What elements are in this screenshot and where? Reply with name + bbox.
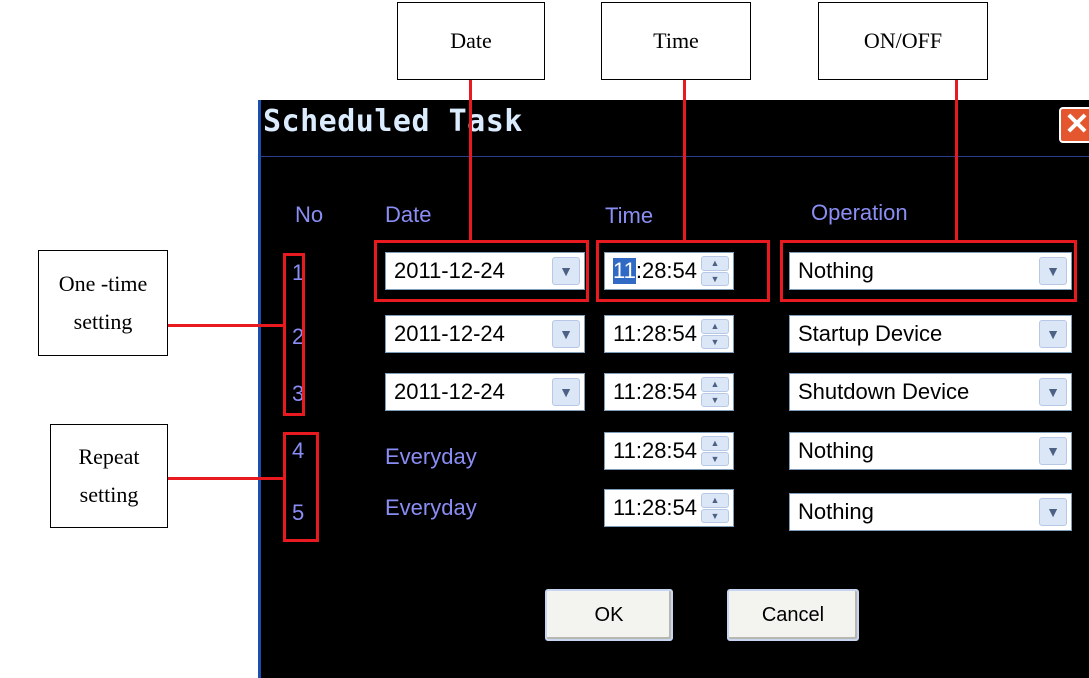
header-time: Time [605, 203, 654, 228]
operation-select[interactable]: Nothing ▼ [789, 493, 1072, 531]
time-spinner[interactable]: 11:28:54 ▲ ▼ [604, 373, 734, 411]
callout-one-time-setting: One -time setting [38, 250, 168, 356]
highlight-date-field [374, 240, 589, 302]
time-rest: :28:54 [635, 495, 698, 520]
callout-date: Date [397, 2, 545, 80]
operation-select[interactable]: Nothing ▼ [789, 432, 1072, 470]
connector-on-off [955, 80, 958, 240]
time-rest: :28:54 [635, 321, 698, 346]
callout-on-off: ON/OFF [818, 2, 988, 80]
highlight-repeat-rows [283, 432, 319, 542]
connector-one-time [168, 324, 283, 327]
time-hour[interactable]: 11 [613, 438, 636, 464]
operation-select[interactable]: Startup Device ▼ [789, 315, 1072, 353]
time-rest: :28:54 [635, 438, 698, 463]
everyday-label: Everyday [385, 495, 477, 520]
spin-buttons[interactable]: ▲ ▼ [701, 377, 729, 407]
chevron-down-icon[interactable]: ▼ [552, 320, 580, 348]
cancel-label: Cancel [761, 603, 825, 626]
ok-button[interactable]: OK [545, 589, 673, 641]
connector-date [469, 80, 472, 240]
chevron-down-icon[interactable]: ▼ [1039, 498, 1067, 526]
time-spinner[interactable]: 11:28:54 ▲ ▼ [604, 315, 734, 353]
date-value: 2011-12-24 [394, 321, 505, 346]
spin-down-icon[interactable]: ▼ [701, 392, 729, 407]
time-rest: :28:54 [635, 379, 698, 404]
close-icon: ✕ [1064, 108, 1089, 141]
operation-value: Startup Device [798, 321, 943, 346]
spin-buttons[interactable]: ▲ ▼ [701, 493, 729, 523]
operation-value: Shutdown Device [798, 379, 970, 404]
time-hour[interactable]: 11 [613, 321, 636, 347]
callout-repeat-line1: Repeat [78, 443, 140, 469]
time-spinner[interactable]: 11:28:54 ▲ ▼ [604, 489, 734, 527]
connector-time [683, 80, 686, 240]
highlight-time-field [596, 240, 770, 302]
dialog-title: Scheduled Task [263, 104, 523, 139]
spin-buttons[interactable]: ▲ ▼ [701, 319, 729, 349]
chevron-down-icon[interactable]: ▼ [1039, 320, 1067, 348]
spin-up-icon[interactable]: ▲ [701, 436, 729, 451]
date-picker[interactable]: 2011-12-24 ▼ [385, 315, 585, 353]
callout-one-time-line2: setting [73, 309, 133, 334]
ok-label: OK [594, 603, 624, 626]
spin-up-icon[interactable]: ▲ [701, 493, 729, 508]
callout-time: Time [601, 2, 751, 80]
callout-time-text: Time [653, 27, 699, 53]
spin-up-icon[interactable]: ▲ [701, 319, 729, 334]
connector-repeat [168, 477, 283, 480]
operation-value: Nothing [798, 438, 874, 463]
spin-down-icon[interactable]: ▼ [701, 451, 729, 466]
spin-down-icon[interactable]: ▼ [701, 334, 729, 349]
title-divider [261, 156, 1089, 157]
callout-date-text: Date [450, 27, 492, 53]
title-bar[interactable]: Scheduled Task ✕ [261, 100, 1089, 155]
spin-buttons[interactable]: ▲ ▼ [701, 436, 729, 466]
highlight-one-time-rows [283, 253, 305, 416]
time-spinner[interactable]: 11:28:54 ▲ ▼ [604, 432, 734, 470]
cancel-button[interactable]: Cancel [727, 589, 859, 641]
scheduled-task-dialog: Scheduled Task ✕ No Date Time Operation … [258, 100, 1089, 678]
date-value: 2011-12-24 [394, 379, 505, 404]
callout-repeat-setting: Repeat setting [50, 424, 168, 528]
everyday-label: Everyday [385, 444, 477, 469]
chevron-down-icon[interactable]: ▼ [552, 378, 580, 406]
spin-up-icon[interactable]: ▲ [701, 377, 729, 392]
date-picker[interactable]: 2011-12-24 ▼ [385, 373, 585, 411]
operation-select[interactable]: Shutdown Device ▼ [789, 373, 1072, 411]
time-hour[interactable]: 11 [613, 379, 636, 405]
callout-on-off-text: ON/OFF [863, 27, 943, 53]
header-no: No [295, 202, 324, 227]
callout-repeat-line2: setting [79, 482, 139, 507]
chevron-down-icon[interactable]: ▼ [1039, 437, 1067, 465]
chevron-down-icon[interactable]: ▼ [1039, 378, 1067, 406]
header-operation: Operation [811, 200, 908, 225]
callout-one-time-line1: One -time [58, 270, 148, 296]
operation-value: Nothing [798, 499, 874, 524]
highlight-operation-field [780, 240, 1077, 302]
time-hour[interactable]: 11 [613, 495, 636, 521]
spin-down-icon[interactable]: ▼ [701, 508, 729, 523]
header-date: Date [385, 202, 432, 227]
close-button[interactable]: ✕ [1059, 107, 1089, 143]
